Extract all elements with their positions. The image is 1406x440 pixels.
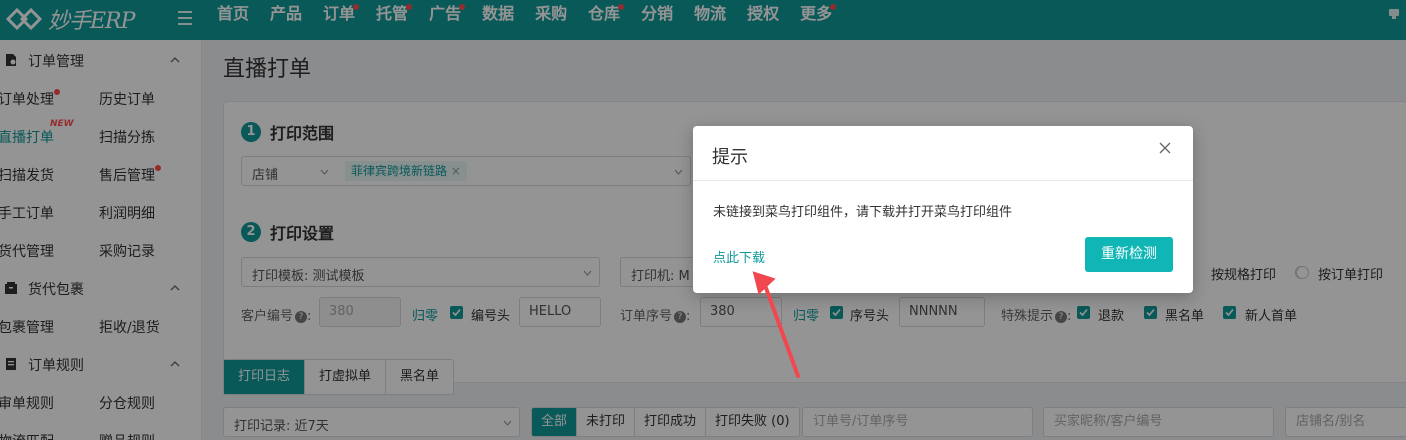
dialog-title: 提示 (712, 147, 748, 168)
dialog-divider (693, 180, 1193, 181)
recheck-button[interactable]: 重新检测 (1085, 237, 1173, 272)
dialog-message: 未链接到菜鸟打印组件，请下载并打开菜鸟打印组件 (713, 205, 1013, 220)
close-icon[interactable] (1159, 142, 1171, 154)
annotation-arrow-icon (752, 271, 800, 378)
